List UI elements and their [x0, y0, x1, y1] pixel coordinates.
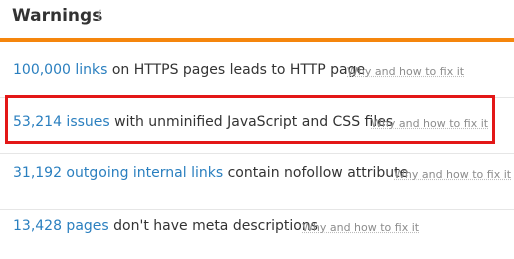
info-icon[interactable]: i — [97, 8, 101, 24]
warning-row: 31,192 outgoing internal links contain n… — [0, 154, 514, 210]
fix-link[interactable]: Why and how to fix it — [394, 168, 511, 181]
panel-title: Warnings — [12, 6, 103, 26]
warning-description: on HTTPS pages leads to HTTP page — [111, 62, 366, 78]
warnings-header: Warnings i — [0, 0, 514, 38]
warning-description: don't have meta descriptions — [113, 218, 318, 234]
warning-count-link[interactable]: 100,000 links — [13, 62, 107, 78]
warning-count-link[interactable]: 31,192 outgoing internal links — [13, 165, 223, 181]
warning-count-link[interactable]: 13,428 pages — [13, 218, 109, 234]
fix-link[interactable]: Why and how to fix it — [347, 65, 464, 78]
warning-description: contain nofollow attribute — [227, 165, 409, 181]
warning-row: 100,000 links on HTTPS pages leads to HT… — [0, 42, 514, 98]
fix-link[interactable]: Why and how to fix it — [302, 221, 419, 234]
warning-row: 13,428 pages don't have meta description… — [0, 205, 514, 259]
highlight-box — [5, 95, 495, 144]
